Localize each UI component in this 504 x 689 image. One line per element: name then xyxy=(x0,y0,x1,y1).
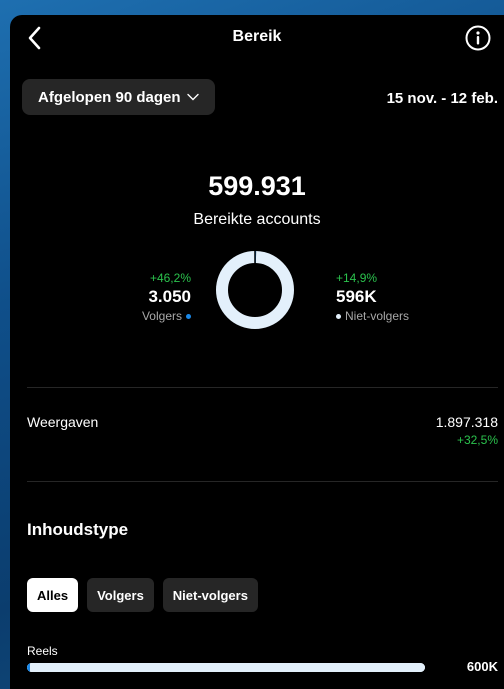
views-change: +32,5% xyxy=(456,433,498,447)
tab-all[interactable]: Alles xyxy=(27,578,79,612)
tab-followers[interactable]: Volgers xyxy=(87,578,154,612)
reels-bar xyxy=(27,663,425,672)
non-followers-legend-dot xyxy=(336,313,341,319)
date-range: 15 nov. - 12 feb. xyxy=(386,90,498,107)
followers-label: Volgers xyxy=(141,309,182,323)
reels-bar-fill xyxy=(27,663,425,672)
divider xyxy=(27,387,498,388)
info-circle-icon[interactable] xyxy=(464,24,492,52)
app-screen: Bereik Afgelopen 90 dagen 15 nov. - 12 f… xyxy=(10,15,504,689)
non-followers-stat: +14,9% 596K Niet-volgers xyxy=(336,271,409,323)
followers-change: +46,2% xyxy=(149,271,191,285)
followers-legend-dot xyxy=(186,313,191,319)
donut-segment-non-followers xyxy=(216,251,294,329)
followers-value: 3.050 xyxy=(148,287,191,306)
accounts-reached-label: Bereikte accounts xyxy=(193,211,321,228)
content-type-tabs: Alles Volgers Niet-volgers xyxy=(27,578,258,612)
period-dropdown[interactable]: Afgelopen 90 dagen xyxy=(22,79,215,115)
followers-stat: +46,2% 3.050 Volgers xyxy=(142,271,191,323)
content-type-title: Inhoudstype xyxy=(27,520,129,539)
reels-bar-followers-segment xyxy=(27,663,30,672)
non-followers-change: +14,9% xyxy=(336,271,378,285)
chevron-down-icon xyxy=(186,93,199,101)
accounts-reached-value: 599.931 xyxy=(208,171,306,201)
reels-label: Reels xyxy=(27,644,58,658)
non-followers-value: 596K xyxy=(336,287,377,306)
reels-value: 600K xyxy=(466,659,498,674)
top-bar: Bereik xyxy=(10,15,504,61)
non-followers-label: Niet-volgers xyxy=(345,309,410,323)
reach-donut-chart xyxy=(216,251,294,329)
views-label: Weergaven xyxy=(27,414,99,430)
page-title: Bereik xyxy=(232,28,282,45)
period-label: Afgelopen 90 dagen xyxy=(38,88,181,106)
divider xyxy=(27,481,498,482)
views-value: 1.897.318 xyxy=(435,414,498,430)
tab-non-followers[interactable]: Niet-volgers xyxy=(162,578,258,612)
